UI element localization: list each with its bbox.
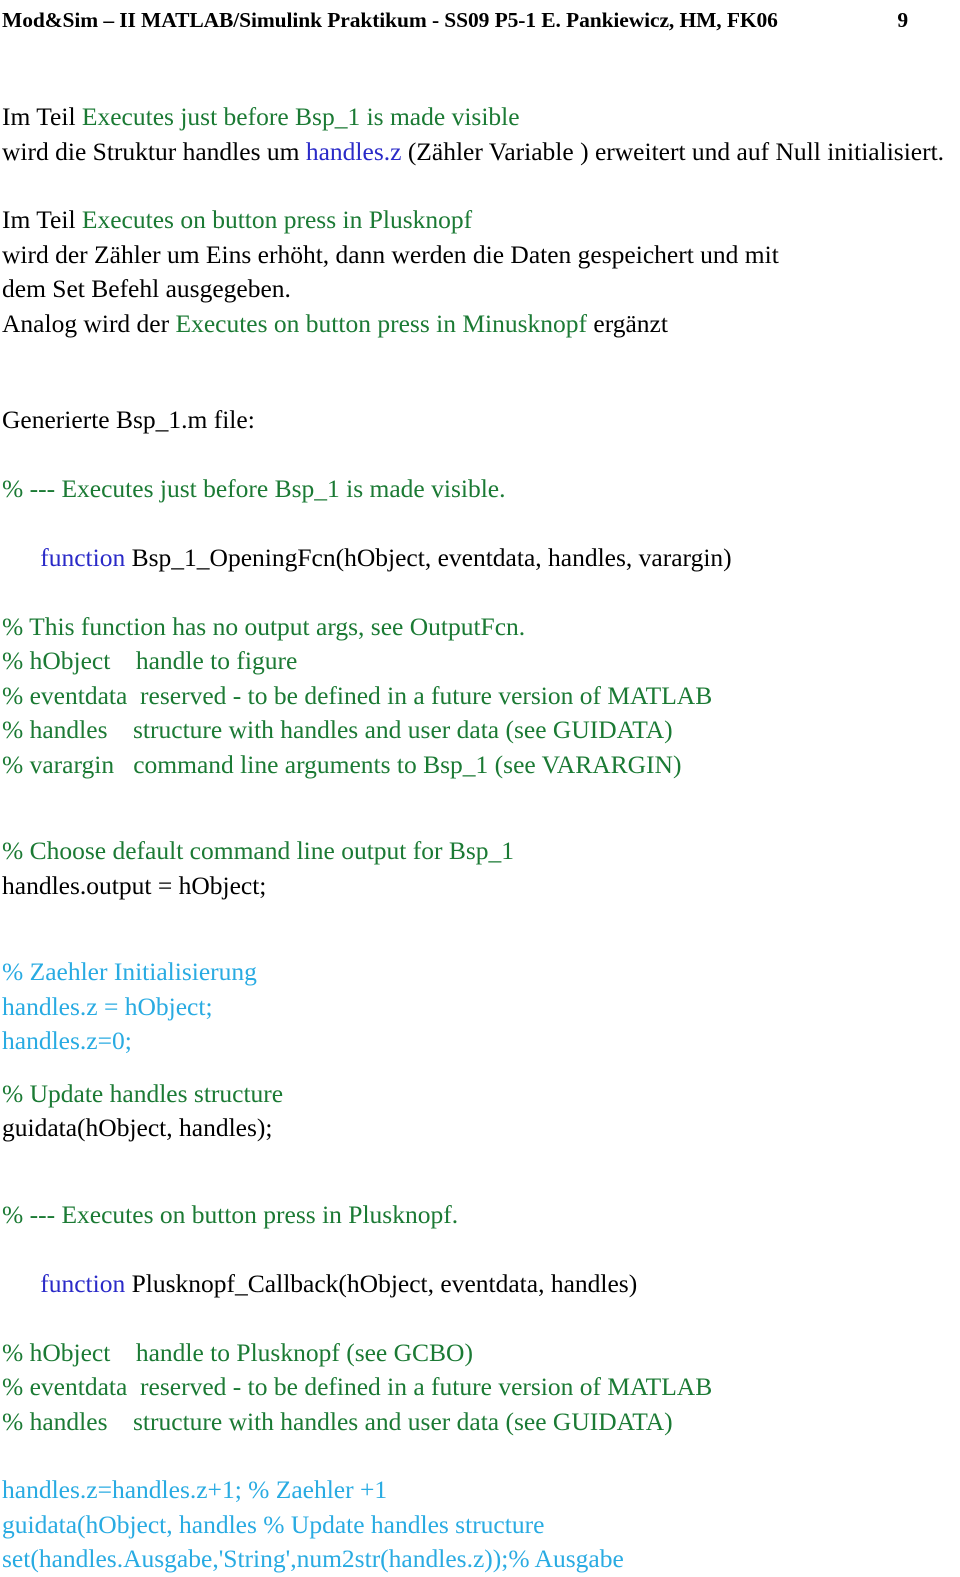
code-comment-line: % handles structure with handles and use…	[2, 715, 673, 744]
keyword-function: function	[40, 542, 126, 572]
code-comment-line: % eventdata reserved - to be defined in …	[2, 680, 713, 710]
page-number: 9	[897, 8, 908, 32]
paragraph-2-line4-prefix: Analog wird der	[2, 308, 176, 338]
code-comment-line: % This function has no output args, see …	[2, 611, 526, 641]
paragraph-1-prefix: Im Teil	[2, 102, 82, 131]
code-function-signature-2: function Plusknopf_Callback(hObject, eve…	[2, 1232, 958, 1336]
code-statement-line-highlight: handles.z = hObject;	[2, 991, 213, 1021]
code-comment-line: % hObject handle to figure	[2, 646, 298, 675]
paragraph-2-line4-suffix: ergänzt	[587, 308, 668, 338]
code-comment-line: % --- Executes just before Bsp_1 is made…	[2, 473, 506, 503]
paragraph-1-line-2: wird die Struktur handles um handles.z (…	[2, 135, 958, 170]
code-function-signature: function Bsp_1_OpeningFcn(hObject, event…	[2, 506, 958, 610]
code-comment-line: % hObject handle to Plusknopf (see GCBO)	[2, 1337, 473, 1367]
code-statement-line-highlight: handles.z=handles.z+1; % Zaehler +1	[2, 1475, 388, 1504]
code-comment-line: % varargin command line arguments to Bsp…	[2, 749, 682, 779]
code-comment-line: % eventdata reserved - to be defined in …	[2, 1372, 713, 1401]
paragraph-1-green-phrase: Executes just before Bsp_1 is made visib…	[81, 102, 520, 131]
function-signature-rest: Bsp_1_OpeningFcn(hObject, eventdata, han…	[125, 542, 732, 572]
keyword-function: function	[40, 1268, 126, 1298]
code-comment-line: % --- Executes on button press in Pluskn…	[2, 1199, 459, 1229]
code-statement-line-highlight: guidata(hObject, handles % Update handle…	[2, 1509, 545, 1539]
paragraph-2-line-1: Im Teil Executes on button press in Plus…	[2, 203, 958, 238]
generated-file-heading: Generierte Bsp_1.m file:	[2, 405, 255, 434]
paragraph-2-line-2: wird der Zähler um Eins erhöht, dann wer…	[2, 239, 779, 269]
code-statement-line: guidata(hObject, handles);	[2, 1113, 273, 1142]
paragraph-1-line-1: Im Teil Executes just before Bsp_1 is ma…	[2, 100, 958, 135]
paragraph-2-green-phrase-2: Executes on button press in Minusknopf	[175, 308, 588, 338]
document-page: Mod&Sim – II MATLAB/Simulink Praktikum -…	[0, 0, 960, 1573]
code-statement-line-highlight: set(handles.Ausgabe,'String',num2str(han…	[2, 1544, 624, 1573]
paragraph-2-line-3: dem Set Befehl ausgegeben.	[2, 274, 291, 303]
paragraph-2-prefix: Im Teil	[2, 205, 82, 234]
code-comment-line: % Choose default command line output for…	[2, 836, 515, 865]
function-signature-rest: Plusknopf_Callback(hObject, eventdata, h…	[125, 1268, 638, 1298]
code-comment-line: % Update handles structure	[2, 1078, 284, 1108]
header-title: Mod&Sim – II MATLAB/Simulink Praktikum -…	[2, 8, 778, 32]
code-comment-line-highlight: % Zaehler Initialisierung	[2, 957, 257, 986]
document-body: Im Teil Executes just before Bsp_1 is ma…	[2, 100, 958, 1577]
code-statement-line-highlight: handles.z=0;	[2, 1026, 132, 1055]
paragraph-1-blue-token: handles.z	[305, 136, 402, 166]
paragraph-2-green-phrase: Executes on button press in Plusknopf	[81, 205, 473, 234]
code-statement-line: handles.output = hObject;	[2, 870, 267, 900]
paragraph-1-line2-suffix: (Zähler Variable ) erweitert und auf Nul…	[401, 136, 945, 166]
page-header: Mod&Sim – II MATLAB/Simulink Praktikum -…	[0, 8, 960, 42]
code-comment-line: % handles structure with handles and use…	[2, 1406, 673, 1436]
paragraph-2-line-4: Analog wird der Executes on button press…	[2, 307, 958, 342]
paragraph-1-line2-prefix: wird die Struktur handles um	[2, 136, 306, 166]
